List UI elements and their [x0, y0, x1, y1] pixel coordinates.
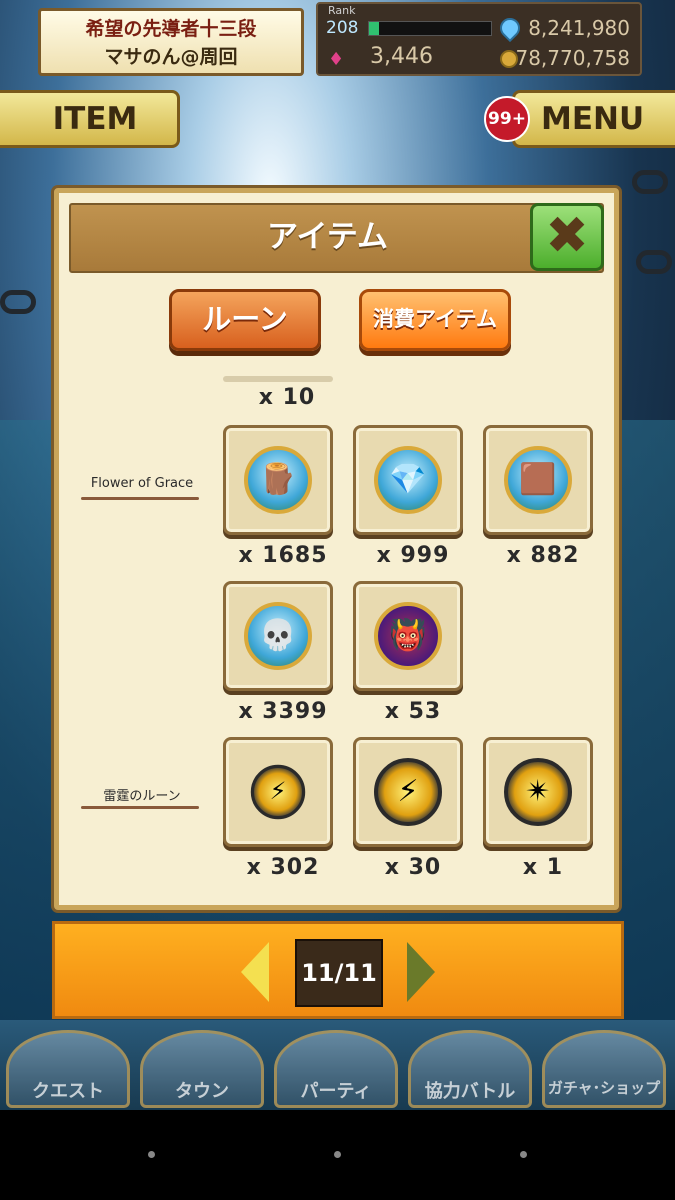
- item-count: x 999: [376, 543, 450, 568]
- crystal-icon: 💎: [374, 446, 442, 514]
- item-button[interactable]: ITEM: [0, 90, 180, 148]
- thunder-rune-small-icon: ⚡: [250, 764, 306, 820]
- nav-tab-quest[interactable]: クエスト: [6, 1030, 130, 1108]
- pagination-bar: 11/11: [52, 921, 624, 1019]
- item-slot[interactable]: 🪵: [223, 425, 333, 535]
- thunder-rune-large-icon: ✴: [504, 758, 572, 826]
- modal-title: アイテム: [69, 203, 604, 273]
- bottom-nav: クエスト タウン パーティ 協力バトル ガチャ･ショップ: [0, 1020, 675, 1110]
- item-slot[interactable]: 💎: [353, 425, 463, 535]
- chain-decoration: [0, 290, 36, 314]
- system-home-button[interactable]: [334, 1151, 341, 1158]
- close-x-icon: ✖: [545, 206, 589, 266]
- system-back-button[interactable]: [148, 1151, 155, 1158]
- chain-decoration: [636, 250, 672, 274]
- resource-panel: Rank 208 8,241,980 ♦ 3,446 78,770,758: [316, 2, 642, 76]
- next-page-button[interactable]: [407, 942, 435, 1002]
- item-count: x 53: [384, 699, 442, 724]
- notification-badge: 99+: [484, 96, 530, 142]
- skull-icon: 💀: [244, 602, 312, 670]
- player-name: マサのん@周回: [104, 46, 238, 68]
- gem-count: 3,446: [370, 44, 433, 69]
- nav-tab-party[interactable]: パーティ: [274, 1030, 398, 1108]
- gem-icon: ♦: [328, 49, 345, 70]
- item-count: x 10: [258, 385, 316, 410]
- item-slot[interactable]: 👹: [353, 581, 463, 691]
- section-underline: [81, 497, 199, 500]
- stone-count: 8,241,980: [528, 16, 630, 40]
- hide-icon: 🟫: [504, 446, 572, 514]
- system-recents-button[interactable]: [520, 1151, 527, 1158]
- item-modal: アイテム ✖ ルーン 消費アイテム x 10 Flower of Grace 🪵…: [54, 188, 619, 910]
- item-count: x 30: [384, 855, 442, 880]
- stone-icon: [495, 13, 525, 43]
- demon-mask-icon: 👹: [374, 602, 442, 670]
- page-indicator: 11/11: [295, 939, 383, 1007]
- coin-count: 78,770,758: [515, 46, 630, 70]
- item-slot[interactable]: ⚡: [353, 737, 463, 847]
- item-slot[interactable]: 💀: [223, 581, 333, 691]
- item-slot[interactable]: ⚡: [223, 737, 333, 847]
- item-count: x 3399: [238, 699, 328, 724]
- section-underline: [81, 806, 199, 809]
- item-count: x 1685: [238, 543, 328, 568]
- scrolled-row-edge: [223, 376, 333, 382]
- chain-decoration: [632, 170, 668, 194]
- game-screen: 希望の先導者十三段 マサのん@周回 Rank 208 8,241,980 ♦ 3…: [0, 0, 675, 1200]
- tab-consumable-items[interactable]: 消費アイテム: [359, 289, 511, 351]
- item-count: x 302: [246, 855, 320, 880]
- player-status-panel[interactable]: 希望の先導者十三段 マサのん@周回: [38, 8, 304, 76]
- item-slot[interactable]: 🟫: [483, 425, 593, 535]
- rank-value: 208: [326, 18, 359, 38]
- player-title: 希望の先導者十三段: [85, 18, 257, 40]
- close-button[interactable]: ✖: [530, 203, 604, 271]
- thunder-rune-medium-icon: ⚡: [374, 758, 442, 826]
- section-label-thunder-rune: 雷霆のルーン: [103, 789, 181, 804]
- item-count: x 1: [522, 855, 564, 880]
- section-label-flower-of-grace: Flower of Grace: [90, 476, 194, 491]
- xp-bar-fill: [369, 22, 379, 35]
- item-slot[interactable]: ✴: [483, 737, 593, 847]
- tab-rune[interactable]: ルーン: [169, 289, 321, 351]
- rank-label: Rank: [328, 4, 356, 17]
- item-count: x 882: [506, 543, 580, 568]
- previous-page-button[interactable]: [241, 942, 269, 1002]
- nav-tab-gacha-shop[interactable]: ガチャ･ショップ: [542, 1030, 666, 1108]
- xp-bar: [368, 21, 492, 36]
- menu-button[interactable]: MENU: [512, 90, 675, 148]
- nav-tab-town[interactable]: タウン: [140, 1030, 264, 1108]
- log-icon: 🪵: [244, 446, 312, 514]
- nav-tab-coop-battle[interactable]: 協力バトル: [408, 1030, 532, 1108]
